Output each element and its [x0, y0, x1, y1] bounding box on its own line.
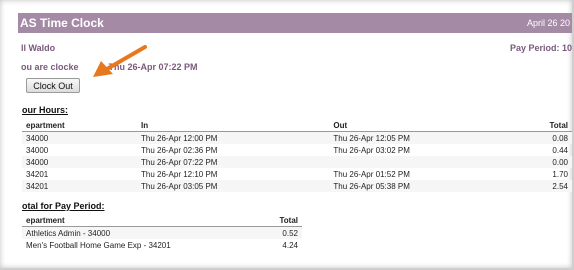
row-out: Thu 26-Apr 01:52 PM	[333, 169, 410, 179]
row-total: 0.08	[545, 131, 572, 144]
col-department: epartment	[22, 119, 137, 132]
orange-arrow-icon	[93, 45, 147, 77]
row-department: 34000	[22, 131, 137, 144]
table-row: 34000 Thu 26-Apr 12:00 PM Thu 26-Apr 12:…	[22, 131, 572, 144]
row-in: Thu 26-Apr 02:36 PM	[140, 145, 218, 155]
table-row: 34201 Thu 26-Apr 03:05 PM Thu 26-Apr 05:…	[22, 180, 572, 192]
table-row: Men's Football Home Game Exp - 34201 4.2…	[22, 239, 302, 251]
clock-status-prefix: ou are clocke	[21, 62, 79, 72]
app-title: AS Time Clock	[20, 16, 104, 30]
hours-table: epartment In Out Total 34000 Thu 26-Apr …	[22, 119, 572, 192]
row-out: Thu 26-Apr 12:05 PM	[329, 131, 546, 144]
title-banner: AS Time Clock April 26 20	[18, 13, 572, 33]
row-in: Thu 26-Apr 12:10 PM	[140, 169, 218, 179]
hours-header-row: epartment In Out Total	[22, 119, 572, 132]
row-total: 0.52	[260, 226, 302, 239]
row-in: Thu 26-Apr 07:22 PM	[136, 156, 330, 168]
table-row: 34000 Thu 26-Apr 07:22 PM 0.00	[22, 156, 572, 168]
row-in: Thu 26-Apr 12:00 PM	[136, 131, 330, 144]
your-hours-heading: our Hours:	[22, 105, 68, 115]
row-department: 34201	[22, 180, 137, 192]
col-department: epartment	[22, 214, 261, 227]
pay-period-total-heading: otal for Pay Period:	[22, 201, 105, 211]
employee-name: ll Waldo	[21, 43, 56, 53]
pay-period-table: epartment Total Athletics Admin - 34000 …	[22, 214, 302, 251]
col-total: Total	[260, 214, 302, 227]
clock-out-button[interactable]: Clock Out	[26, 78, 80, 93]
row-in: Thu 26-Apr 03:05 PM	[136, 180, 330, 192]
banner-date: April 26 20	[526, 18, 570, 28]
row-out	[329, 156, 546, 168]
row-total: 2.54	[545, 180, 572, 192]
col-total: Total	[545, 119, 572, 132]
row-department: Men's Football Home Game Exp - 34201	[26, 240, 171, 250]
row-total: 0.00	[545, 156, 572, 168]
col-out: Out	[329, 119, 546, 132]
table-row: 34201 Thu 26-Apr 12:10 PM Thu 26-Apr 01:…	[22, 168, 572, 180]
pay-period-label: Pay Period: 10	[509, 43, 572, 53]
row-department: 34000	[22, 156, 137, 168]
row-department: Athletics Admin - 34000	[22, 226, 261, 239]
col-in: In	[136, 119, 330, 132]
row-total: 4.24	[282, 240, 298, 250]
table-row: Athletics Admin - 34000 0.52	[22, 226, 302, 239]
row-department: 34000	[26, 145, 49, 155]
period-header-row: epartment Total	[22, 214, 302, 227]
table-row: 34000 Thu 26-Apr 02:36 PM Thu 26-Apr 03:…	[22, 144, 572, 156]
row-total: 0.44	[552, 145, 568, 155]
row-total: 1.70	[552, 169, 568, 179]
row-department: 34201	[26, 169, 49, 179]
row-out: Thu 26-Apr 03:02 PM	[333, 145, 410, 155]
row-out: Thu 26-Apr 05:38 PM	[329, 180, 546, 192]
